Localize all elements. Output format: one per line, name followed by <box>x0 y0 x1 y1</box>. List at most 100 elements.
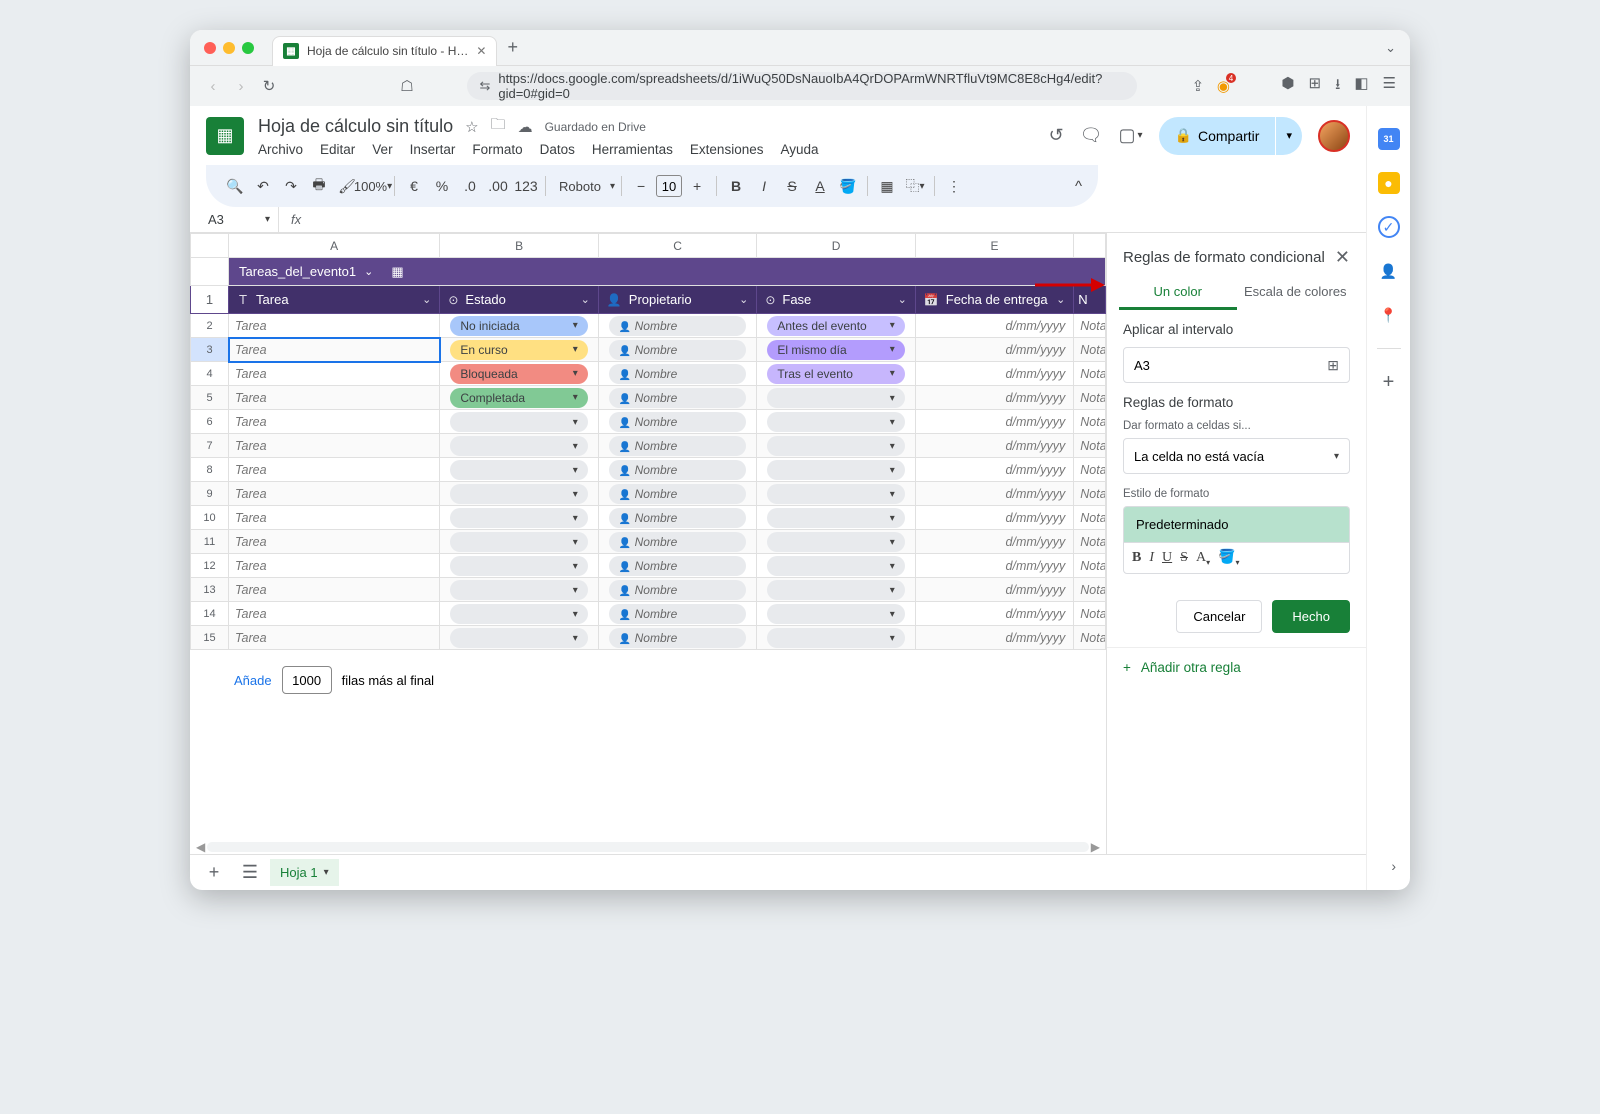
cell-propietario[interactable]: 👤 Nombre <box>598 482 756 506</box>
cell-fecha[interactable]: d/mm/yyyy <box>915 602 1073 626</box>
range-input[interactable]: A3 ⊞ <box>1123 347 1350 383</box>
new-tab-button[interactable]: + <box>507 37 518 58</box>
cell-propietario[interactable]: 👤 Nombre <box>598 386 756 410</box>
row-header-1[interactable]: 1 <box>191 286 229 314</box>
cell-notas[interactable]: Notas <box>1074 506 1106 530</box>
panel-bold-icon[interactable]: B <box>1132 550 1141 566</box>
row-header-8[interactable]: 8 <box>191 458 229 482</box>
cell-estado[interactable]: Bloqueada▾ <box>440 362 598 386</box>
sidepanel-icon[interactable]: ◧ <box>1354 74 1368 99</box>
cell-fase[interactable]: Antes del evento▾ <box>757 314 915 338</box>
borders-icon[interactable]: ▦ <box>874 173 900 199</box>
url-bar[interactable]: ⇆ https://docs.google.com/spreadsheets/d… <box>467 72 1137 100</box>
add-rows-link[interactable]: Añade <box>234 673 272 688</box>
row-header-11[interactable]: 11 <box>191 530 229 554</box>
cell-fecha[interactable]: d/mm/yyyy <box>915 530 1073 554</box>
row-header-13[interactable]: 13 <box>191 578 229 602</box>
menu-herramientas[interactable]: Herramientas <box>592 142 673 157</box>
cell-fase[interactable]: ▾ <box>757 626 915 650</box>
currency-icon[interactable]: € <box>401 173 427 199</box>
cell-fecha[interactable]: d/mm/yyyy <box>915 314 1073 338</box>
cell-propietario[interactable]: 👤 Nombre <box>598 338 756 362</box>
star-icon[interactable]: ☆ <box>465 118 478 136</box>
tab-single-color[interactable]: Un color <box>1119 276 1237 310</box>
cell-propietario[interactable]: 👤 Nombre <box>598 410 756 434</box>
cell-tarea[interactable]: Tarea <box>229 578 440 602</box>
bold-icon[interactable]: B <box>723 173 749 199</box>
italic-icon[interactable]: I <box>751 173 777 199</box>
hide-side-rail-icon[interactable]: › <box>1391 858 1396 874</box>
cell-notas[interactable]: Notas <box>1074 626 1106 650</box>
cell-fecha[interactable]: d/mm/yyyy <box>915 410 1073 434</box>
row-header-12[interactable]: 12 <box>191 554 229 578</box>
font-select[interactable]: Roboto <box>552 173 608 199</box>
add-rows-input[interactable] <box>282 666 332 694</box>
cell-propietario[interactable]: 👤 Nombre <box>598 578 756 602</box>
cell-estado[interactable]: ▾ <box>440 602 598 626</box>
cell-notas[interactable]: Notas <box>1074 434 1106 458</box>
redo-icon[interactable]: ↷ <box>278 173 304 199</box>
fill-color-icon[interactable]: 🪣 <box>835 173 861 199</box>
cell-propietario[interactable]: 👤 Nombre <box>598 458 756 482</box>
close-window[interactable] <box>204 42 216 54</box>
cell-tarea[interactable]: Tarea <box>229 314 440 338</box>
close-tab-icon[interactable]: ✕ <box>476 44 486 58</box>
reload-button[interactable]: ↻ <box>260 77 278 95</box>
increase-decimal-icon[interactable]: .00 <box>485 173 511 199</box>
zoom-select[interactable]: 100% ▾ <box>362 173 388 199</box>
cell-tarea[interactable]: Tarea <box>229 626 440 650</box>
undo-icon[interactable]: ↶ <box>250 173 276 199</box>
calendar-icon[interactable]: 31 <box>1378 128 1400 150</box>
cell-tarea[interactable]: Tarea <box>229 554 440 578</box>
cell-estado[interactable]: ▾ <box>440 434 598 458</box>
cell-fecha[interactable]: d/mm/yyyy <box>915 386 1073 410</box>
row-header-2[interactable]: 2 <box>191 314 229 338</box>
cloud-icon[interactable]: ☁ <box>518 118 533 136</box>
collapse-toolbar-icon[interactable]: ^ <box>1075 178 1082 195</box>
extensions-icon[interactable]: ⊞ <box>1309 74 1322 99</box>
brave-shield-icon[interactable]: ◉ <box>1217 77 1230 95</box>
cell-fase[interactable]: ▾ <box>757 602 915 626</box>
panel-text-color-icon[interactable]: A▾ <box>1196 550 1210 567</box>
cell-fase[interactable]: ▾ <box>757 458 915 482</box>
percent-icon[interactable]: % <box>429 173 455 199</box>
back-button[interactable]: ‹ <box>204 78 222 95</box>
menu-ayuda[interactable]: Ayuda <box>780 142 818 157</box>
cell-tarea[interactable]: Tarea <box>229 458 440 482</box>
cell-fecha[interactable]: d/mm/yyyy <box>915 458 1073 482</box>
share-page-icon[interactable]: ⇪ <box>1189 77 1207 95</box>
maximize-window[interactable] <box>242 42 254 54</box>
colheader-propietario[interactable]: 👤Propietario⌄ <box>598 286 756 314</box>
cell-notas[interactable]: Notas <box>1074 362 1106 386</box>
row-header[interactable] <box>191 258 229 286</box>
cell-propietario[interactable]: 👤 Nombre <box>598 602 756 626</box>
cell-fecha[interactable]: d/mm/yyyy <box>915 338 1073 362</box>
number-format-icon[interactable]: 123 <box>513 173 539 199</box>
row-header-5[interactable]: 5 <box>191 386 229 410</box>
wallet-icon[interactable]: ⬢ <box>1281 74 1294 99</box>
cell-estado[interactable]: ▾ <box>440 410 598 434</box>
share-button[interactable]: 🔒Compartir <box>1159 117 1276 155</box>
horizontal-scrollbar[interactable]: ◀▶ <box>190 840 1106 854</box>
colheader-estado[interactable]: ⊙Estado⌄ <box>440 286 598 314</box>
browser-tab[interactable]: ▦ Hoja de cálculo sin título - H… ✕ <box>272 36 497 66</box>
cell-fase[interactable]: El mismo día▾ <box>757 338 915 362</box>
site-settings-icon[interactable]: ⇆ <box>479 78 490 94</box>
condition-dropdown[interactable]: La celda no está vacía▾ <box>1123 438 1350 474</box>
cell-propietario[interactable]: 👤 Nombre <box>598 314 756 338</box>
cell-notas[interactable]: Notas <box>1074 554 1106 578</box>
cell-propietario[interactable]: 👤 Nombre <box>598 506 756 530</box>
tabs-overflow-icon[interactable]: ⌄ <box>1385 40 1396 56</box>
decrease-decimal-icon[interactable]: .0 <box>457 173 483 199</box>
cell-tarea[interactable]: Tarea <box>229 482 440 506</box>
cell-notas[interactable]: Notas <box>1074 482 1106 506</box>
cell-estado[interactable]: ▾ <box>440 458 598 482</box>
document-title[interactable]: Hoja de cálculo sin título <box>258 116 453 137</box>
tasks-icon[interactable]: ✓ <box>1378 216 1400 238</box>
row-header-14[interactable]: 14 <box>191 602 229 626</box>
menu-archivo[interactable]: Archivo <box>258 142 303 157</box>
table-view-icon[interactable]: ▦ <box>383 264 411 280</box>
colheader-notas[interactable]: N <box>1074 286 1106 314</box>
cell-notas[interactable]: Notas <box>1074 602 1106 626</box>
sheet-tab[interactable]: Hoja 1▾ <box>270 859 339 886</box>
